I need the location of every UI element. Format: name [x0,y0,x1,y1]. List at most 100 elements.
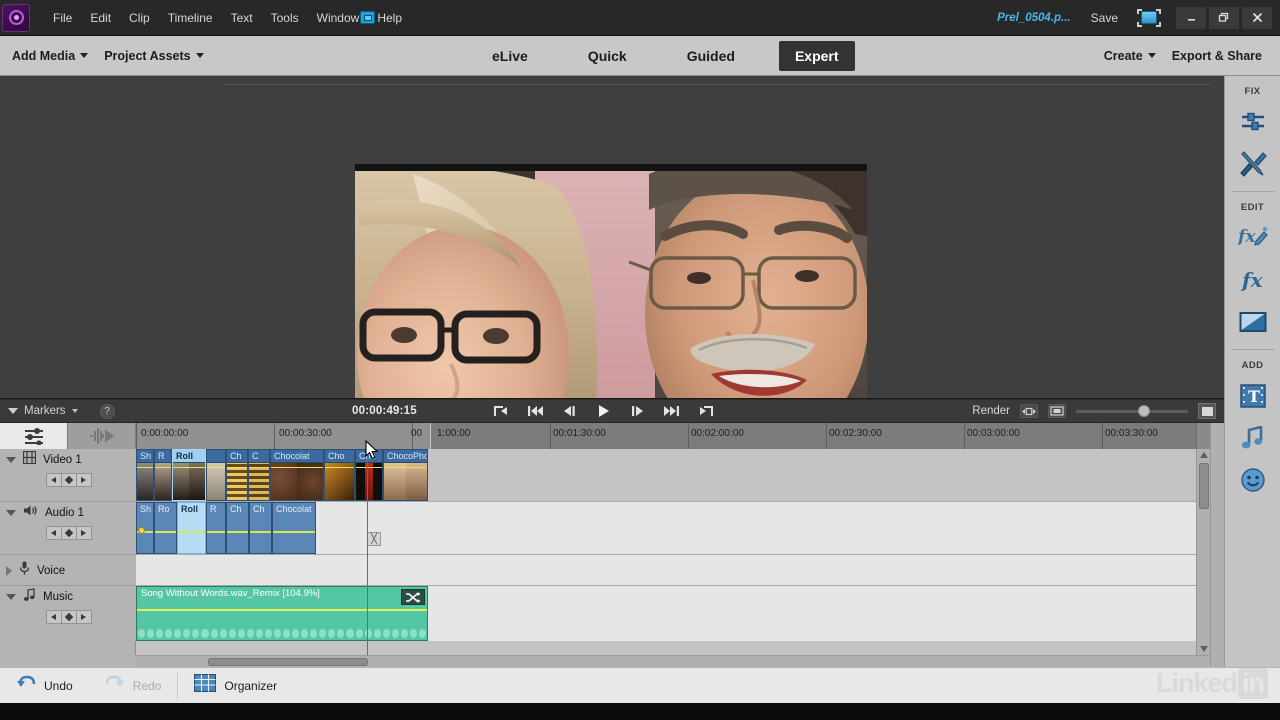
timeline-audio-clip[interactable]: Ch [226,502,249,554]
organizer-button[interactable]: Organizer [178,668,293,703]
menu-item-edit[interactable]: Edit [81,7,120,29]
zoom-slider[interactable] [1076,404,1188,418]
export-share-button[interactable]: Export & Share [1164,44,1270,68]
timeline-audio-clip[interactable]: R [206,502,226,554]
timeline-clip[interactable]: Cho [324,449,355,501]
current-timecode[interactable]: 00:00:49:15 [352,405,417,417]
track-header-music[interactable]: Music [0,586,136,641]
go-to-previous-edit-button[interactable] [518,400,552,422]
disclosure-triangle-icon[interactable] [6,594,16,600]
play-button[interactable] [586,400,620,422]
video-preview[interactable] [355,164,867,398]
transitions-icon[interactable] [1233,301,1273,343]
timeline-clip[interactable]: Roll [172,449,206,501]
scrollbar-thumb[interactable] [208,658,368,666]
menu-item-timeline[interactable]: Timeline [159,7,222,29]
tab-guided[interactable]: Guided [671,41,751,71]
tools-icon[interactable] [1233,143,1273,185]
lane-voice[interactable] [136,555,1210,586]
minimize-icon[interactable] [1176,6,1206,29]
timeline-ruler[interactable]: 0:00:00:00 00:00:30:00 00 1:00:00 00:01:… [136,423,1210,449]
music-icon[interactable] [1233,417,1273,459]
tab-elive[interactable]: eLive [476,41,544,71]
help-button[interactable]: ? [99,403,115,419]
audio-waveform-tool[interactable] [68,423,136,449]
restore-icon[interactable] [1209,6,1239,29]
timeline-clip[interactable]: Ch [226,449,248,501]
scroll-down-arrow-icon[interactable] [1200,646,1208,652]
timeline-horizontal-scrollbar[interactable] [136,655,1210,667]
previous-keyframe-button[interactable] [45,526,62,540]
add-media-button[interactable]: Add Media [4,44,96,68]
tab-quick[interactable]: Quick [572,41,643,71]
shuffle-icon[interactable] [401,589,425,605]
disclosure-triangle-icon[interactable] [6,565,12,576]
undo-button[interactable]: Undo [0,668,89,703]
scrollbar-thumb[interactable] [1199,463,1209,509]
close-icon[interactable] [1242,6,1272,29]
playhead-handle[interactable] [360,11,375,24]
project-assets-button[interactable]: Project Assets [96,44,211,68]
timeline-vertical-scrollbar[interactable] [1196,449,1210,655]
create-button[interactable]: Create [1096,44,1164,68]
titles-text-icon[interactable]: T [1233,375,1273,417]
timeline-audio-clip[interactable]: Sh [136,502,154,554]
redo-button[interactable]: Redo [89,668,178,703]
go-to-next-edit-button[interactable] [654,400,688,422]
timeline-music-clip[interactable]: Song Without Words.wav_Remix [104.9%] [136,586,428,641]
step-forward-button[interactable] [620,400,654,422]
timeline-clip[interactable] [206,449,226,501]
go-to-out-point-button[interactable] [688,400,722,422]
zoom-slider-knob[interactable] [1138,405,1150,417]
fit-timeline-icon[interactable] [1020,404,1038,418]
track-header-video-1[interactable]: Video 1 [0,449,136,502]
screen-capture-icon[interactable] [1136,7,1162,29]
timeline-audio-clip[interactable]: Chocolat [272,502,316,554]
add-keyframe-button[interactable] [60,473,77,487]
effects-fx-icon[interactable]: fx [1233,259,1273,301]
effects-edit-icon[interactable]: fx [1233,217,1273,259]
timeline-clip[interactable]: ChocoPhot [383,449,428,501]
watermark-text: Linked [1155,668,1238,698]
lane-music[interactable]: Song Without Words.wav_Remix [104.9%] [136,586,1210,641]
disclosure-triangle-icon[interactable] [6,457,16,463]
timeline-lanes[interactable]: Sh R Roll Ch C Chocolat Cho ChocoPh Sh R… [136,449,1210,655]
tab-expert[interactable]: Expert [778,41,855,71]
track-header-voice[interactable]: Voice [0,555,136,586]
add-keyframe-button[interactable] [60,610,77,624]
ruler-scroll-button[interactable] [1196,423,1210,449]
timeline-audio-clip[interactable]: Ro [154,502,177,554]
menu-item-tools[interactable]: Tools [262,7,308,29]
adjustments-icon[interactable] [1233,101,1273,143]
disclosure-triangle-icon[interactable] [6,510,16,516]
timeline-settings-tool[interactable] [0,423,68,449]
audio-mute-marker-icon[interactable]: ╳ [367,532,381,546]
graphics-smiley-icon[interactable] [1233,459,1273,501]
previous-keyframe-button[interactable] [45,473,62,487]
next-keyframe-button[interactable] [75,526,92,540]
timeline-clip[interactable]: Sh [136,449,154,501]
save-button[interactable]: Save [1091,11,1118,25]
previous-keyframe-button[interactable] [45,610,62,624]
menu-item-clip[interactable]: Clip [120,7,159,29]
render-button[interactable]: Render [972,405,1010,417]
timeline-clip[interactable]: C [248,449,270,501]
lane-audio-1[interactable]: Sh Ro Roll R Ch Ch Chocolat ╳ [136,502,1210,555]
scroll-up-arrow-icon[interactable] [1200,452,1208,458]
markers-menu[interactable]: Markers [0,405,78,417]
track-header-audio-1[interactable]: Audio 1 [0,502,136,555]
go-to-in-point-button[interactable] [484,400,518,422]
add-keyframe-button[interactable] [60,526,77,540]
menu-item-text[interactable]: Text [222,7,262,29]
step-back-button[interactable] [552,400,586,422]
next-keyframe-button[interactable] [75,473,92,487]
timeline-audio-clip[interactable]: Ch [249,502,272,554]
lane-video-1[interactable]: Sh R Roll Ch C Chocolat Cho ChocoPh [136,449,1210,502]
menu-item-file[interactable]: File [44,7,81,29]
safe-margins-icon[interactable] [1048,404,1066,418]
fullscreen-button[interactable] [1198,403,1216,419]
next-keyframe-button[interactable] [75,610,92,624]
timeline-clip[interactable]: R [154,449,172,501]
timeline-audio-clip[interactable]: Roll [177,502,206,554]
timeline-clip[interactable]: Chocolat [270,449,324,501]
